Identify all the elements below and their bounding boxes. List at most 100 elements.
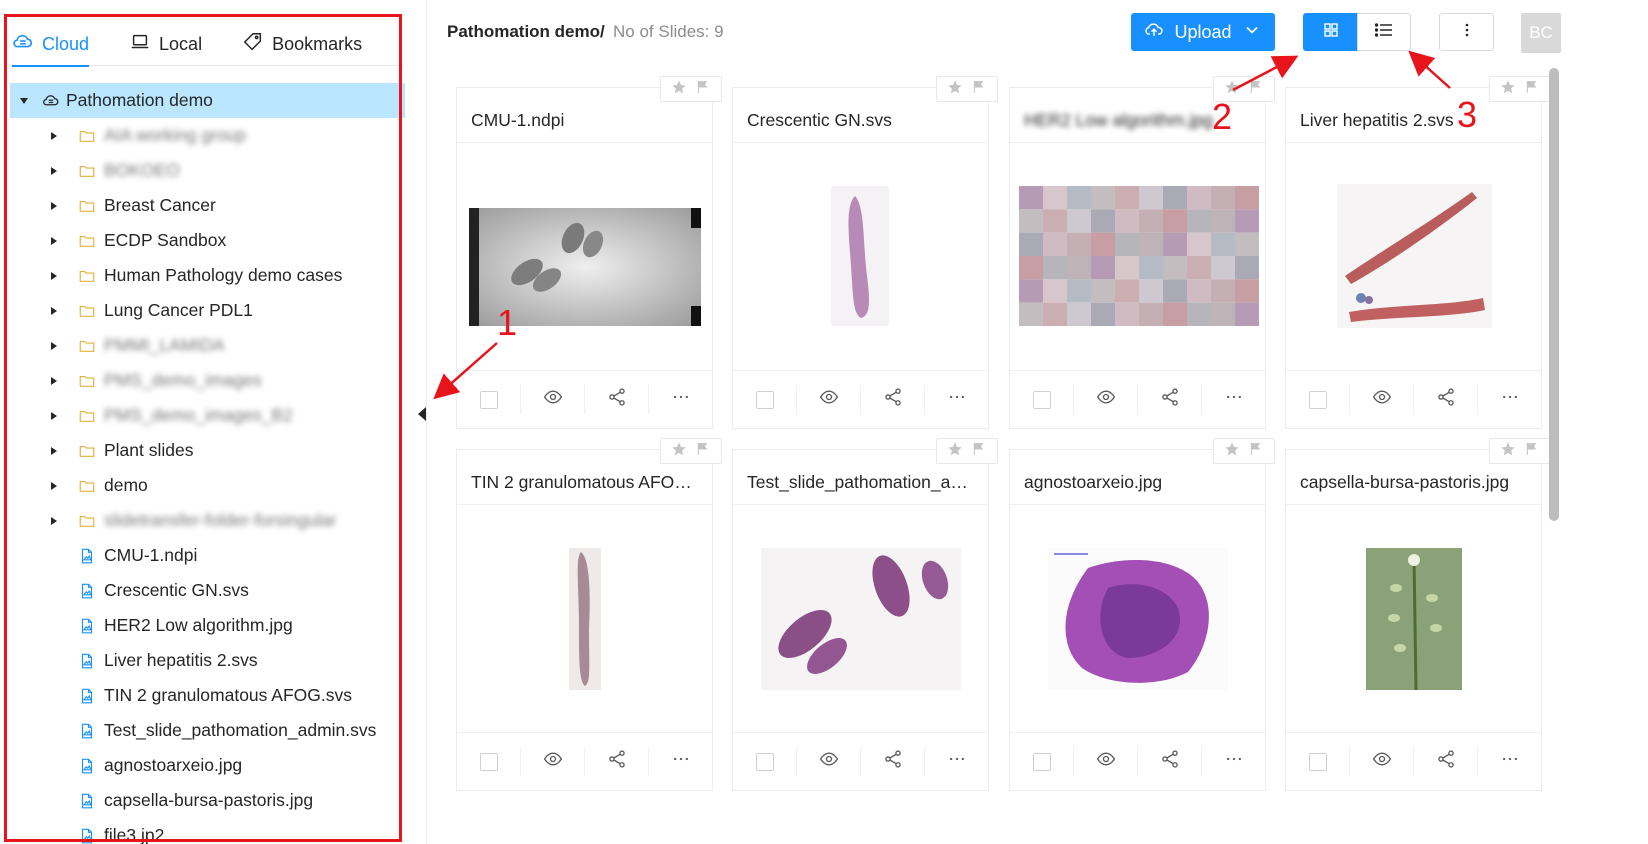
- tree-file-item[interactable]: capsella-bursa-pastoris.jpg: [10, 783, 405, 818]
- caret-right-icon[interactable]: [48, 200, 60, 212]
- caret-right-icon[interactable]: [48, 515, 60, 527]
- tree-node-root[interactable]: Pathomation demo: [10, 83, 405, 118]
- checkbox[interactable]: [755, 752, 774, 771]
- slide-thumbnail[interactable]: [1048, 548, 1228, 690]
- tree-file-item[interactable]: CMU-1.ndpi: [10, 538, 405, 573]
- caret-right-icon[interactable]: [48, 235, 60, 247]
- more-options-button[interactable]: [1439, 13, 1494, 51]
- select-checkbox[interactable]: [1286, 385, 1350, 414]
- caret-right-icon[interactable]: [48, 480, 60, 492]
- slide-card[interactable]: capsella-bursa-pastoris.jpg: [1285, 438, 1551, 791]
- caret-right-icon[interactable]: [48, 305, 60, 317]
- flag-icon[interactable]: [1248, 441, 1264, 462]
- slide-thumbnail[interactable]: [1337, 184, 1492, 328]
- checkbox[interactable]: [755, 390, 774, 409]
- card-more-button[interactable]: [1478, 747, 1541, 776]
- collapse-sidebar-icon[interactable]: [418, 407, 426, 421]
- slide-card-title[interactable]: TIN 2 granulomatous AFOG.svs: [471, 472, 701, 493]
- share-button[interactable]: [1414, 747, 1478, 776]
- avatar[interactable]: BC: [1521, 13, 1561, 53]
- star-icon[interactable]: [1500, 441, 1516, 462]
- slide-card[interactable]: Liver hepatitis 2.svs: [1285, 76, 1551, 429]
- card-more-button[interactable]: [1202, 385, 1265, 414]
- caret-right-icon[interactable]: [48, 445, 60, 457]
- slide-card-title[interactable]: Test_slide_pathomation_admin.svs: [747, 472, 977, 493]
- slide-thumbnail[interactable]: [1366, 548, 1462, 691]
- tree-file-item[interactable]: Crescentic GN.svs: [10, 573, 405, 608]
- star-icon[interactable]: [947, 441, 963, 462]
- view-button[interactable]: [1074, 747, 1138, 776]
- view-button[interactable]: [521, 385, 585, 414]
- view-button[interactable]: [1350, 385, 1414, 414]
- view-button[interactable]: [1350, 747, 1414, 776]
- tree-folder-item[interactable]: PMS_demo_images: [10, 363, 405, 398]
- scrollbar[interactable]: [1549, 68, 1559, 521]
- select-checkbox[interactable]: [457, 747, 521, 776]
- card-more-button[interactable]: [925, 747, 988, 776]
- view-button[interactable]: [521, 747, 585, 776]
- slide-card[interactable]: CMU-1.ndpi: [456, 76, 722, 429]
- slide-thumbnail[interactable]: [831, 186, 889, 326]
- caret-right-icon[interactable]: [48, 165, 60, 177]
- slide-card[interactable]: Test_slide_pathomation_admin.svs: [732, 438, 998, 791]
- star-icon[interactable]: [947, 79, 963, 100]
- slide-card[interactable]: HER2 Low algorithm.jpg: [1009, 76, 1275, 429]
- slide-thumbnail[interactable]: [761, 548, 961, 690]
- flag-icon[interactable]: [695, 441, 711, 462]
- tree-folder-item[interactable]: Lung Cancer PDL1: [10, 293, 405, 328]
- select-checkbox[interactable]: [733, 747, 797, 776]
- caret-right-icon[interactable]: [48, 130, 60, 142]
- checkbox[interactable]: [1308, 752, 1327, 771]
- slide-card[interactable]: TIN 2 granulomatous AFOG.svs: [456, 438, 722, 791]
- flag-icon[interactable]: [1524, 441, 1540, 462]
- caret-right-icon[interactable]: [48, 340, 60, 352]
- share-button[interactable]: [585, 747, 649, 776]
- tree-folder-item[interactable]: Human Pathology demo cases: [10, 258, 405, 293]
- tree-file-item[interactable]: Liver hepatitis 2.svs: [10, 643, 405, 678]
- share-button[interactable]: [861, 385, 925, 414]
- view-button[interactable]: [797, 385, 861, 414]
- tree-folder-item[interactable]: Plant slides: [10, 433, 405, 468]
- select-checkbox[interactable]: [1010, 747, 1074, 776]
- view-button[interactable]: [1074, 385, 1138, 414]
- tree-file-item[interactable]: Test_slide_pathomation_admin.svs: [10, 713, 405, 748]
- share-button[interactable]: [861, 747, 925, 776]
- tree-folder-item[interactable]: Breast Cancer: [10, 188, 405, 223]
- tree-file-item[interactable]: agnostoarxeio.jpg: [10, 748, 405, 783]
- select-checkbox[interactable]: [733, 385, 797, 414]
- star-icon[interactable]: [671, 79, 687, 100]
- upload-button[interactable]: Upload: [1131, 13, 1275, 51]
- star-icon[interactable]: [1500, 79, 1516, 100]
- share-button[interactable]: [1414, 385, 1478, 414]
- tab-cloud[interactable]: Cloud: [12, 22, 103, 67]
- flag-icon[interactable]: [971, 441, 987, 462]
- tree-folder-item[interactable]: BOKOEO: [10, 153, 405, 188]
- slide-card[interactable]: Crescentic GN.svs: [732, 76, 998, 429]
- tree-folder-item[interactable]: PMS_demo_images_B2: [10, 398, 405, 433]
- breadcrumb[interactable]: Pathomation demo/: [447, 22, 605, 42]
- flag-icon[interactable]: [971, 79, 987, 100]
- share-button[interactable]: [585, 385, 649, 414]
- star-icon[interactable]: [671, 441, 687, 462]
- select-checkbox[interactable]: [457, 385, 521, 414]
- slide-card-title[interactable]: Liver hepatitis 2.svs: [1300, 110, 1530, 131]
- card-more-button[interactable]: [1202, 747, 1265, 776]
- caret-right-icon[interactable]: [48, 375, 60, 387]
- grid-view-button[interactable]: [1303, 13, 1358, 51]
- checkbox[interactable]: [1032, 390, 1051, 409]
- card-more-button[interactable]: [649, 747, 712, 776]
- tree-file-item[interactable]: HER2 Low algorithm.jpg: [10, 608, 405, 643]
- checkbox[interactable]: [1032, 752, 1051, 771]
- card-more-button[interactable]: [925, 385, 988, 414]
- slide-card-title[interactable]: Crescentic GN.svs: [747, 110, 977, 131]
- card-more-button[interactable]: [1478, 385, 1541, 414]
- slide-card-title[interactable]: CMU-1.ndpi: [471, 110, 701, 131]
- slide-card-title[interactable]: agnostoarxeio.jpg: [1024, 472, 1254, 493]
- view-button[interactable]: [797, 747, 861, 776]
- share-button[interactable]: [1138, 747, 1202, 776]
- tab-bookmarks[interactable]: Bookmarks: [242, 22, 376, 66]
- card-more-button[interactable]: [649, 385, 712, 414]
- caret-right-icon[interactable]: [48, 270, 60, 282]
- slide-thumbnail[interactable]: [1019, 186, 1259, 326]
- tree-folder-item[interactable]: slidetransfer-folder-forsingular: [10, 503, 405, 538]
